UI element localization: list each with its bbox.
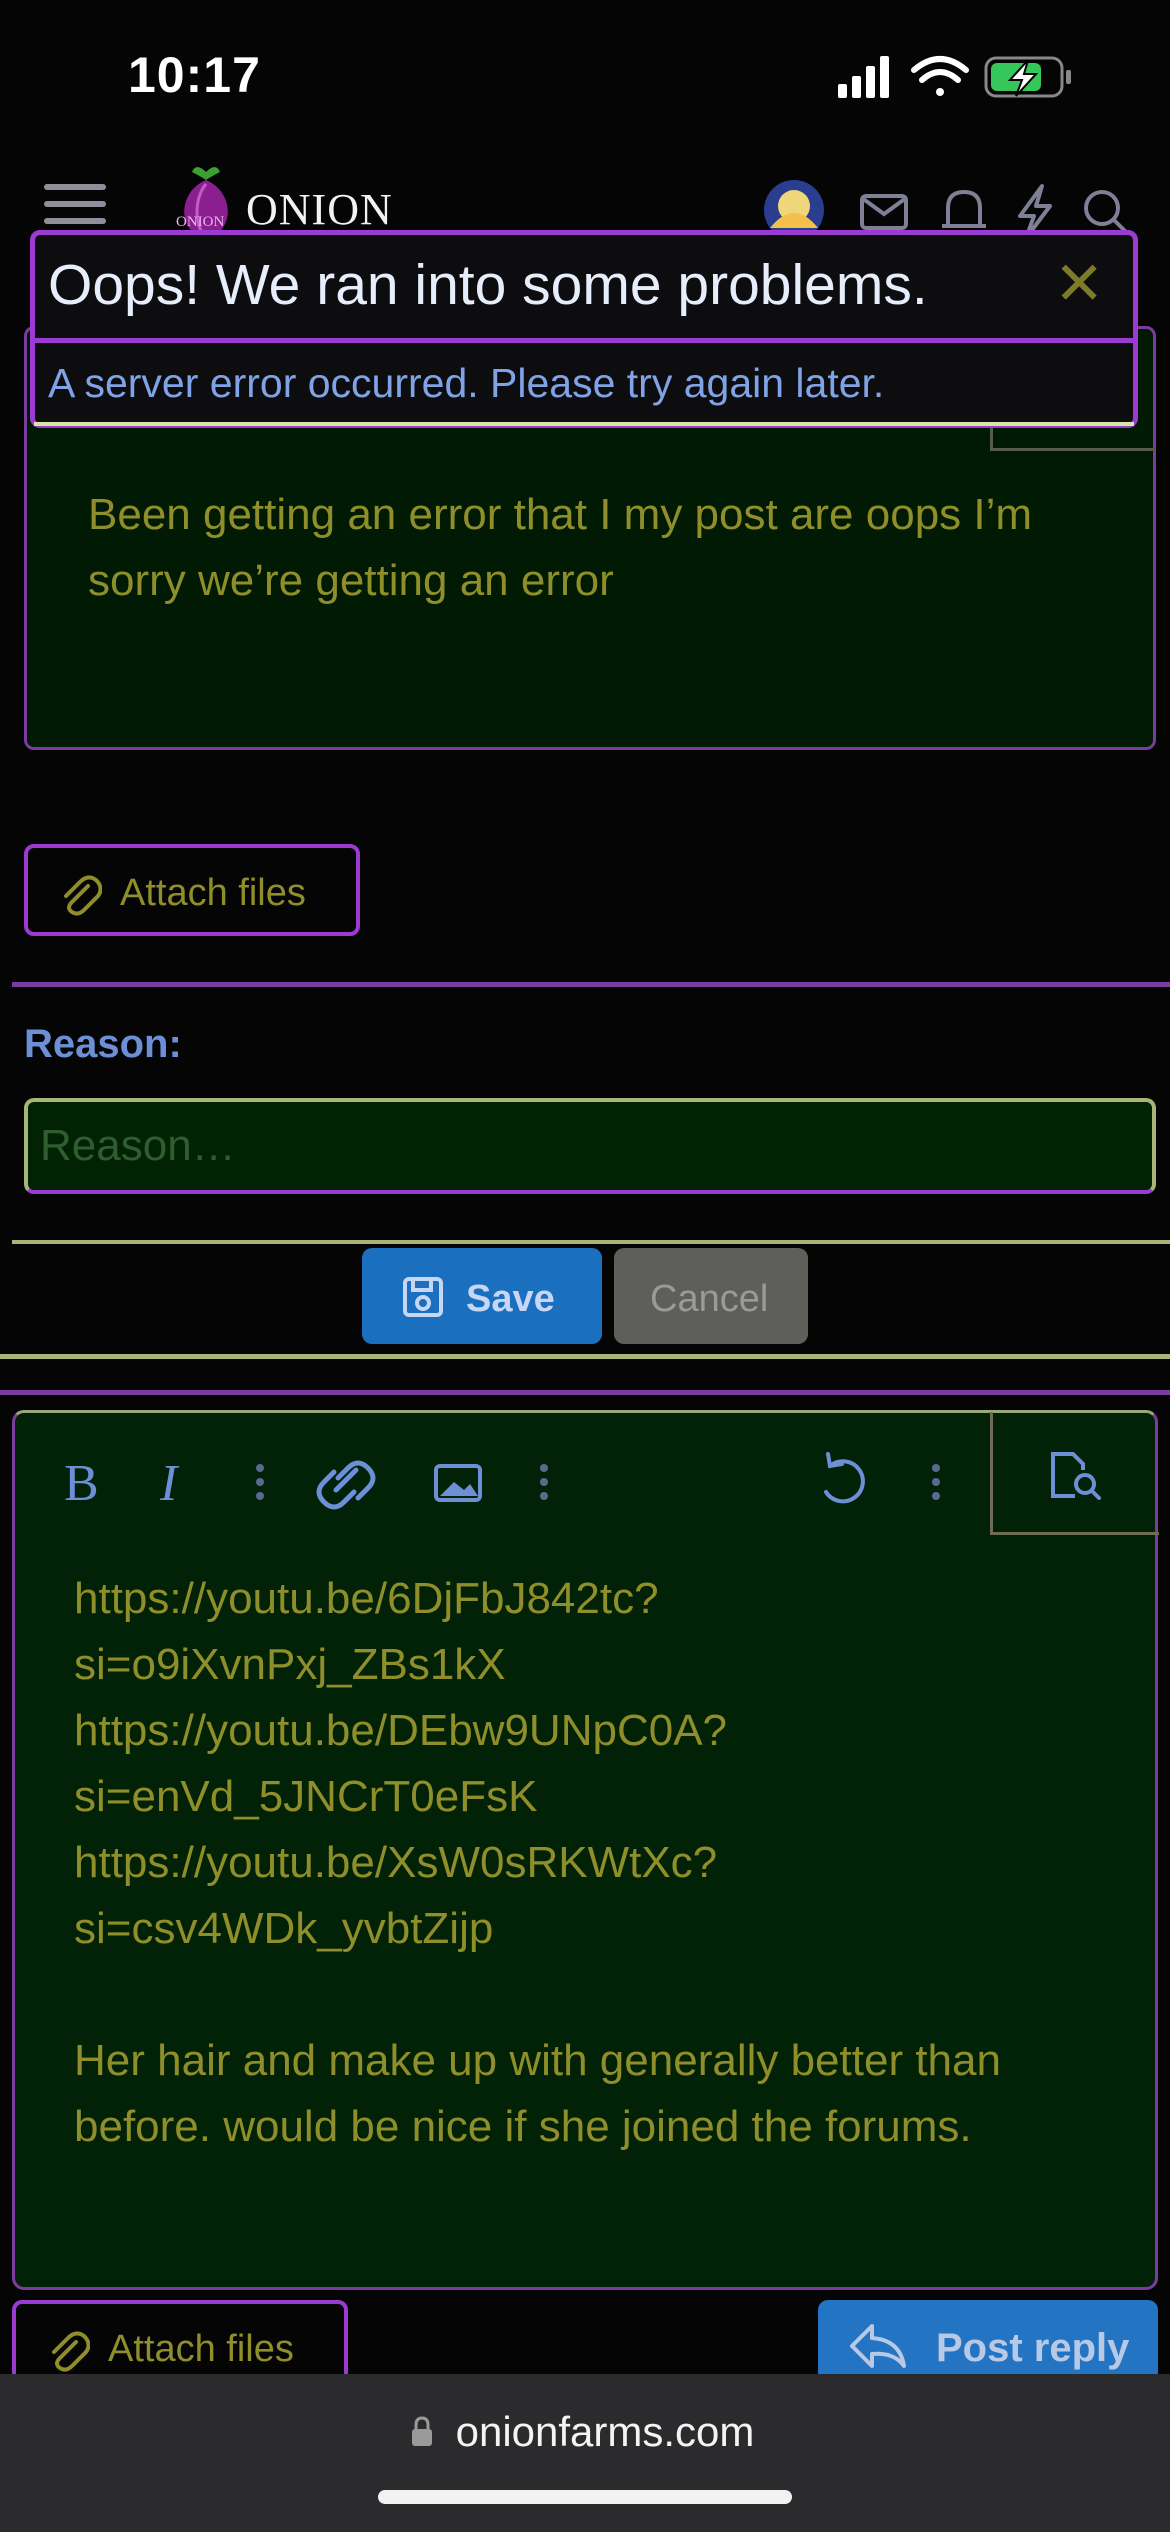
error-title: Oops! We ran into some problems.	[48, 253, 928, 317]
image-icon[interactable]	[434, 1464, 482, 1502]
reason-label: Reason:	[24, 1022, 182, 1066]
divider	[12, 982, 1170, 987]
reply-text[interactable]: https://youtu.be/6DjFbJ842tc? si=o9iXvnP…	[74, 1566, 1084, 2160]
floppy-disk-icon	[403, 1277, 443, 1317]
preview-search-icon	[1051, 1452, 1101, 1500]
bell-icon[interactable]	[942, 189, 986, 237]
search-icon[interactable]	[1084, 190, 1130, 236]
battery-charging-icon	[984, 56, 1071, 98]
post-reply-label[interactable]: Post reply	[936, 2326, 1129, 2371]
more-vertical-icon[interactable]	[932, 1464, 940, 1500]
close-icon[interactable]: ✕	[1054, 252, 1104, 316]
status-icons	[838, 56, 1071, 98]
logo-small-text: ONION	[176, 214, 225, 230]
cancel-button-label[interactable]: Cancel	[650, 1278, 768, 1321]
status-time: 10:17	[128, 47, 261, 103]
home-indicator[interactable]	[378, 2490, 792, 2504]
divider	[12, 1240, 1170, 1244]
browser-url[interactable]: onionfarms.com	[0, 2408, 1170, 2456]
attach-files-label: Attach files	[108, 2328, 294, 2370]
reply-icon	[850, 2324, 906, 2368]
more-vertical-icon[interactable]	[256, 1464, 264, 1500]
save-button-label[interactable]: Save	[466, 1278, 555, 1321]
error-divider	[30, 338, 1138, 343]
error-bottom-accent	[34, 422, 1134, 426]
divider	[0, 1390, 1170, 1395]
more-vertical-icon[interactable]	[540, 1464, 548, 1500]
attach-files-button[interactable]: Attach files	[24, 844, 360, 936]
reason-input[interactable]	[24, 1098, 1156, 1194]
mail-icon[interactable]	[860, 194, 908, 230]
cellular-signal-icon	[838, 56, 889, 98]
editor-preview-tab[interactable]	[990, 424, 1155, 451]
divider	[0, 1354, 1170, 1359]
logo-text: ONION	[246, 185, 393, 234]
bold-icon[interactable]: B	[64, 1455, 99, 1512]
undo-icon[interactable]	[824, 1452, 865, 1504]
menu-icon[interactable]	[44, 184, 106, 224]
wifi-icon	[911, 56, 969, 96]
error-message: A server error occurred. Please try agai…	[48, 360, 885, 406]
paperclip-icon	[64, 875, 102, 916]
link-icon[interactable]	[316, 1460, 376, 1510]
italic-icon[interactable]: I	[159, 1455, 180, 1512]
preview-tab[interactable]	[990, 1412, 1159, 1535]
paperclip-icon	[52, 2331, 90, 2372]
editor-toolbar: B I	[64, 1452, 940, 1512]
attach-files-label: Attach files	[120, 872, 306, 914]
edit-post-text[interactable]: Been getting an error that I my post are…	[88, 482, 1098, 614]
